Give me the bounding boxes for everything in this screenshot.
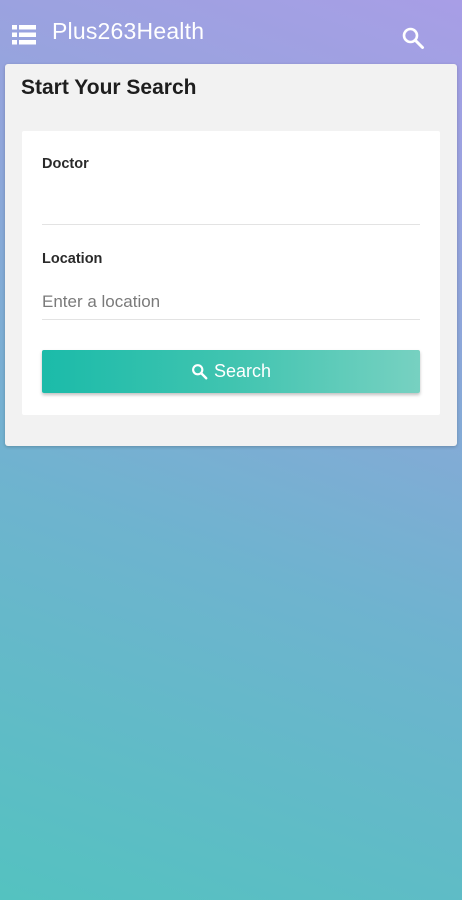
app-title: Plus263Health [52, 18, 205, 44]
panel-title: Start Your Search [21, 76, 197, 99]
header-search-button[interactable] [401, 26, 425, 50]
search-form-card: Doctor Location Search [22, 131, 440, 415]
search-panel: Start Your Search Doctor Location Search [5, 64, 457, 446]
search-button-label: Search [213, 361, 272, 381]
search-icon [402, 27, 424, 49]
location-input[interactable] [42, 284, 420, 320]
doctor-label: Doctor [42, 156, 89, 172]
list-icon [12, 25, 36, 45]
search-icon [192, 364, 208, 380]
location-label: Location [42, 251, 103, 267]
doctor-input[interactable] [42, 189, 420, 225]
app-header: Plus263Health [0, 0, 462, 64]
menu-button[interactable] [12, 24, 36, 46]
search-button[interactable]: Search [42, 350, 420, 393]
